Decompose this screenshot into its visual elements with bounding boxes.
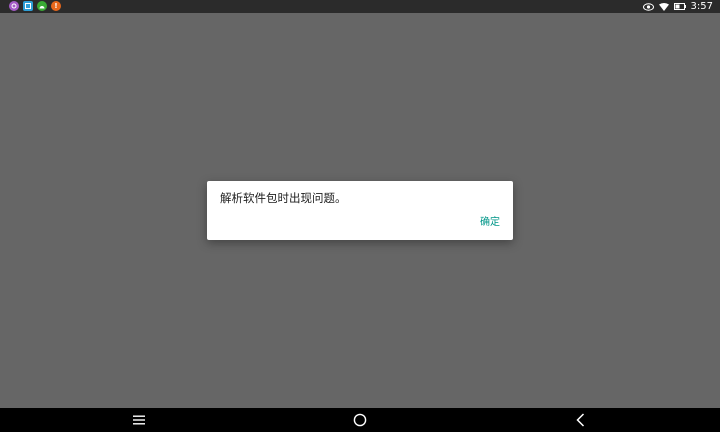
alert-notification-icon: ! [51, 1, 61, 11]
battery-icon [673, 3, 686, 10]
notification-icons: ! [9, 1, 61, 11]
dialog-message: 解析软件包时出现问题。 [220, 191, 347, 205]
menu-button[interactable] [119, 408, 159, 432]
confirm-button[interactable]: 确定 [480, 216, 500, 230]
back-icon [575, 413, 585, 427]
navigation-bar [0, 408, 720, 432]
menu-icon [133, 415, 145, 425]
alert-dialog: 解析软件包时出现问题。 确定 [207, 181, 513, 240]
eye-icon [642, 2, 654, 11]
android-notification-icon [37, 1, 47, 11]
wifi-icon [658, 2, 669, 11]
status-bar: ! 3:57 [0, 0, 720, 13]
back-button[interactable] [560, 408, 600, 432]
home-button[interactable] [340, 408, 380, 432]
system-status-area: 3:57 [642, 0, 713, 13]
image-notification-icon [23, 1, 33, 11]
app-notification-icon [9, 1, 19, 11]
home-icon [353, 413, 367, 427]
clock: 3:57 [690, 1, 713, 12]
